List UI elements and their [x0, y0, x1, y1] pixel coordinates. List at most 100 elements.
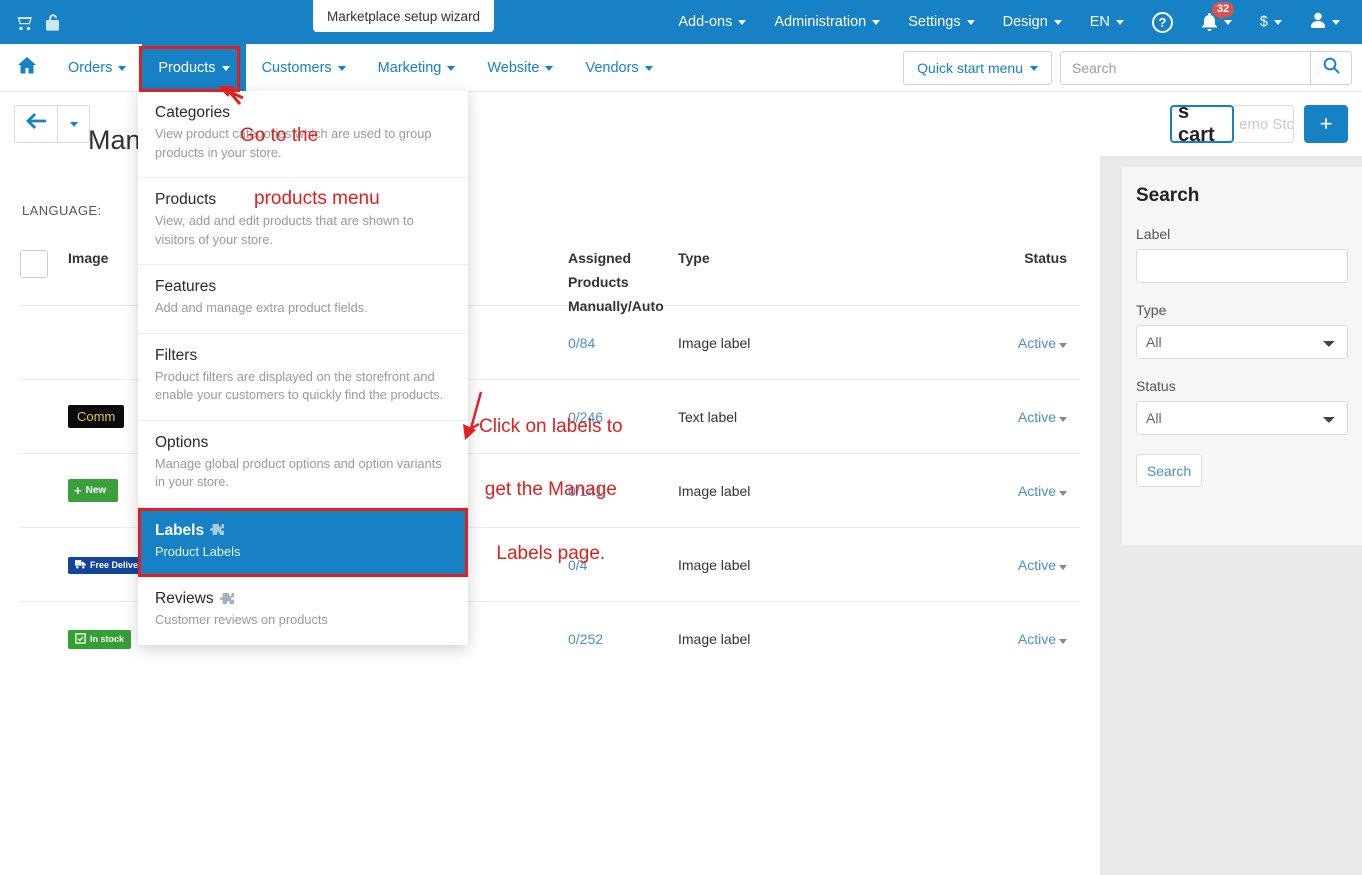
label-badge: + New: [68, 479, 119, 502]
topbar-menu-settings[interactable]: Settings: [894, 0, 988, 44]
chevron-down-icon: [447, 65, 456, 71]
title-bar-actions: s cart emo Sto +: [1170, 105, 1348, 143]
status-dropdown[interactable]: Active: [1018, 483, 1067, 499]
sidebar-search-button[interactable]: Search: [1136, 454, 1202, 487]
status-label: Active: [1017, 556, 1056, 573]
topbar-menu-addons[interactable]: Add-ons: [664, 0, 760, 44]
chevron-down-icon: [1274, 19, 1282, 25]
chevron-down-icon: [1223, 19, 1232, 25]
sidebar-title: Search: [1136, 185, 1200, 206]
storefront-cart-button[interactable]: s cart: [1170, 105, 1234, 143]
nav-item-vendors[interactable]: Vendors: [569, 44, 668, 92]
chevron-down-icon: [337, 65, 346, 71]
top-bar-left-icons: [0, 13, 61, 32]
status-label: Active: [1017, 408, 1056, 425]
annotation-note-click-labels: Click on labels to get the Manage Labels…: [479, 373, 623, 607]
notifications-menu[interactable]: 32: [1187, 0, 1246, 44]
user-account-menu[interactable]: [1296, 0, 1354, 44]
help-button[interactable]: ?: [1138, 0, 1187, 44]
chevron-down-icon: [69, 121, 78, 127]
user-icon: [1310, 12, 1326, 32]
status-dropdown[interactable]: Active: [1018, 557, 1067, 573]
dropdown-item-filters[interactable]: Filters Product filters are displayed on…: [138, 334, 468, 421]
dropdown-item-labels-description: Product Labels: [155, 543, 241, 559]
addon-puzzle-icon: [209, 524, 225, 537]
dropdown-item-reviews[interactable]: Reviews Customer reviews on products: [138, 577, 468, 645]
chevron-down-icon: [1030, 65, 1038, 71]
dropdown-item-filters-label: Filters: [155, 346, 198, 364]
status-field-select[interactable]: All: [1136, 401, 1348, 435]
row-type: Image label: [678, 556, 751, 573]
nav-item-website[interactable]: Website: [471, 44, 569, 92]
status-label: Active: [1017, 482, 1056, 499]
unlock-icon[interactable]: [45, 13, 61, 32]
arrow-left-icon: [26, 113, 46, 135]
dropdown-item-reviews-description: Customer reviews on products: [155, 612, 328, 628]
chevron-down-icon: [966, 19, 975, 25]
cart-icon[interactable]: [14, 14, 33, 31]
assigned-products-link[interactable]: 0/252: [568, 631, 603, 647]
dropdown-item-features-description: Add and manage extra product fields.: [155, 300, 368, 316]
dropdown-item-options[interactable]: Options Manage global product options an…: [138, 421, 468, 508]
select-all-checkbox[interactable]: [20, 250, 48, 278]
demo-store-button[interactable]: emo Sto: [1232, 105, 1294, 143]
dropdown-item-labels[interactable]: Labels Product Labels: [138, 507, 468, 578]
column-header-assigned-line3: Manually/Auto: [568, 298, 664, 314]
demo-store-label: emo Sto: [1239, 115, 1294, 133]
row-type: Image label: [678, 334, 751, 351]
page-title: Man: [88, 125, 141, 156]
topbar-menu-addons-label: Add-ons: [678, 14, 733, 30]
quick-start-menu-label: Quick start menu: [917, 60, 1023, 76]
quick-start-menu-button[interactable]: Quick start menu: [903, 51, 1052, 85]
chevron-down-icon: [738, 19, 747, 25]
chevron-down-icon: [1053, 19, 1062, 25]
chevron-down-icon: [872, 19, 881, 25]
topbar-menu-language[interactable]: EN: [1076, 0, 1138, 44]
nav-item-website-label: Website: [487, 60, 540, 76]
dropdown-item-features-label: Features: [155, 278, 217, 296]
chevron-down-icon: [1332, 19, 1340, 25]
search-input[interactable]: [1060, 51, 1310, 85]
topbar-menu-settings-label: Settings: [908, 14, 961, 30]
notification-count-badge: 32: [1211, 2, 1235, 20]
nav-item-orders[interactable]: Orders: [52, 44, 142, 92]
topbar-menu-design-label: Design: [1002, 14, 1048, 30]
bell-icon: 32: [1201, 2, 1235, 31]
label-field-input[interactable]: [1136, 249, 1348, 283]
label-field-label: Label: [1136, 226, 1171, 242]
status-dropdown[interactable]: Active: [1018, 631, 1067, 647]
annotation-note2-line3: Labels page.: [496, 543, 606, 565]
status-dropdown[interactable]: Active: [1018, 409, 1067, 425]
label-badge-text: New: [85, 485, 107, 496]
add-new-label-button[interactable]: +: [1304, 105, 1348, 143]
status-label: Active: [1017, 631, 1056, 647]
type-field-select[interactable]: All: [1136, 325, 1348, 359]
search-submit-button[interactable]: [1310, 51, 1352, 85]
status-dropdown[interactable]: Active: [1018, 335, 1067, 351]
chevron-down-icon: [118, 65, 127, 71]
dropdown-item-filters-description: Product filters are displayed on the sto…: [155, 368, 444, 403]
dropdown-item-reviews-label: Reviews: [155, 590, 214, 608]
chevron-down-icon: [1059, 639, 1067, 644]
nav-item-home[interactable]: [0, 57, 52, 79]
nav-item-vendors-label: Vendors: [585, 60, 639, 76]
chevron-down-icon: [1059, 342, 1067, 348]
plus-icon: +: [74, 483, 82, 498]
back-dropdown-button[interactable]: [58, 105, 90, 143]
label-badge-text: In stock: [90, 634, 125, 644]
chevron-down-icon: [644, 65, 653, 71]
assigned-products-link[interactable]: 0/84: [568, 335, 595, 351]
row-type: Image label: [678, 482, 751, 499]
chevron-down-icon: [221, 65, 230, 71]
home-icon: [18, 57, 36, 79]
topbar-menu-design[interactable]: Design: [989, 0, 1076, 44]
column-header-assigned: Assigned Products Manually/Auto: [568, 250, 678, 314]
top-bar-right-menus: Add-ons Administration Settings Design E…: [664, 0, 1354, 44]
select-all-cell: [20, 250, 68, 281]
nav-item-products[interactable]: Products: [142, 44, 246, 92]
marketplace-setup-wizard-tooltip[interactable]: Marketplace setup wizard: [313, 0, 495, 32]
topbar-menu-administration[interactable]: Administration: [760, 0, 894, 44]
back-button[interactable]: [14, 105, 58, 143]
dropdown-item-features[interactable]: Features Add and manage extra product fi…: [138, 265, 468, 334]
currency-menu[interactable]: $: [1246, 0, 1296, 44]
